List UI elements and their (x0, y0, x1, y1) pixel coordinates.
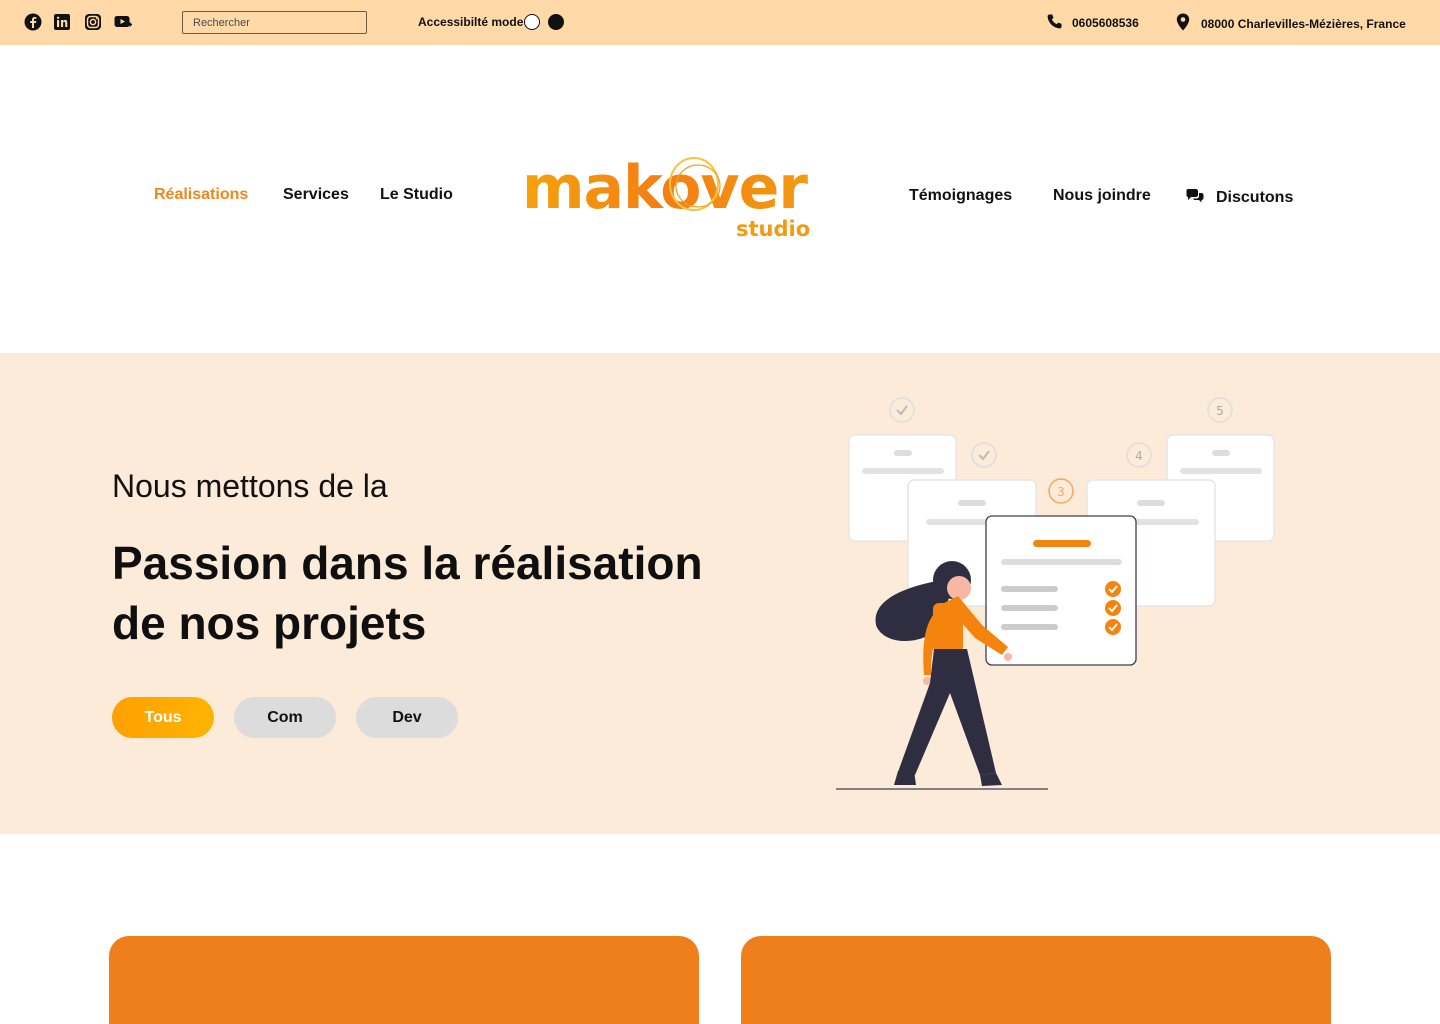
nav-realisations[interactable]: Réalisations (154, 186, 248, 204)
nav-discutons[interactable]: Discutons (1216, 189, 1293, 207)
location-pin-icon (1176, 13, 1190, 31)
youtube-icon[interactable] (114, 13, 132, 31)
nav-services[interactable]: Services (283, 186, 349, 204)
step-check-badge (971, 442, 997, 468)
filter-dev-button[interactable]: Dev (356, 697, 458, 738)
linkedin-icon[interactable] (53, 13, 71, 31)
checklist-illustration: 3 4 5 (836, 397, 1275, 790)
dark-mode-toggle[interactable] (548, 14, 564, 30)
accessibility-mode-label: Accessibilté mode (418, 15, 524, 29)
logo-subtext: studio (736, 217, 810, 241)
filter-tous-button[interactable]: Tous (112, 697, 214, 738)
nav-temoignages[interactable]: Témoignages (909, 187, 1012, 205)
makover-studio-logo[interactable]: makover studio (522, 148, 834, 244)
chat-bubble-icon (1186, 188, 1204, 204)
nav-nous-joindre[interactable]: Nous joindre (1053, 187, 1151, 205)
project-card[interactable] (741, 936, 1331, 1024)
logo-text: makover (522, 153, 808, 223)
search-input[interactable] (182, 11, 367, 34)
checked-icon (1105, 581, 1121, 597)
facebook-icon[interactable] (24, 13, 42, 31)
step-badge-3-text: 3 (1057, 485, 1065, 499)
instagram-icon[interactable] (84, 13, 102, 31)
hero-title: Passion dans la réalisation de nos proje… (112, 537, 703, 649)
step-badge-4-text: 4 (1135, 449, 1143, 463)
filter-com-button[interactable]: Com (234, 697, 336, 738)
phone-number[interactable]: 0605608536 (1072, 16, 1139, 30)
step-check-badge (889, 397, 915, 423)
checked-icon (1105, 619, 1121, 635)
project-card[interactable] (109, 936, 699, 1024)
address: 08000 Charlevilles-Mézières, France (1201, 17, 1406, 31)
check-icon (978, 450, 990, 461)
phone-icon (1046, 13, 1064, 31)
checked-icon (1105, 600, 1121, 616)
light-mode-toggle[interactable] (524, 14, 540, 30)
check-icon (896, 405, 908, 416)
step-badge-5-text: 5 (1216, 404, 1224, 418)
hero-subtitle: Nous mettons de la (112, 468, 388, 504)
nav-le-studio[interactable]: Le Studio (380, 186, 453, 204)
